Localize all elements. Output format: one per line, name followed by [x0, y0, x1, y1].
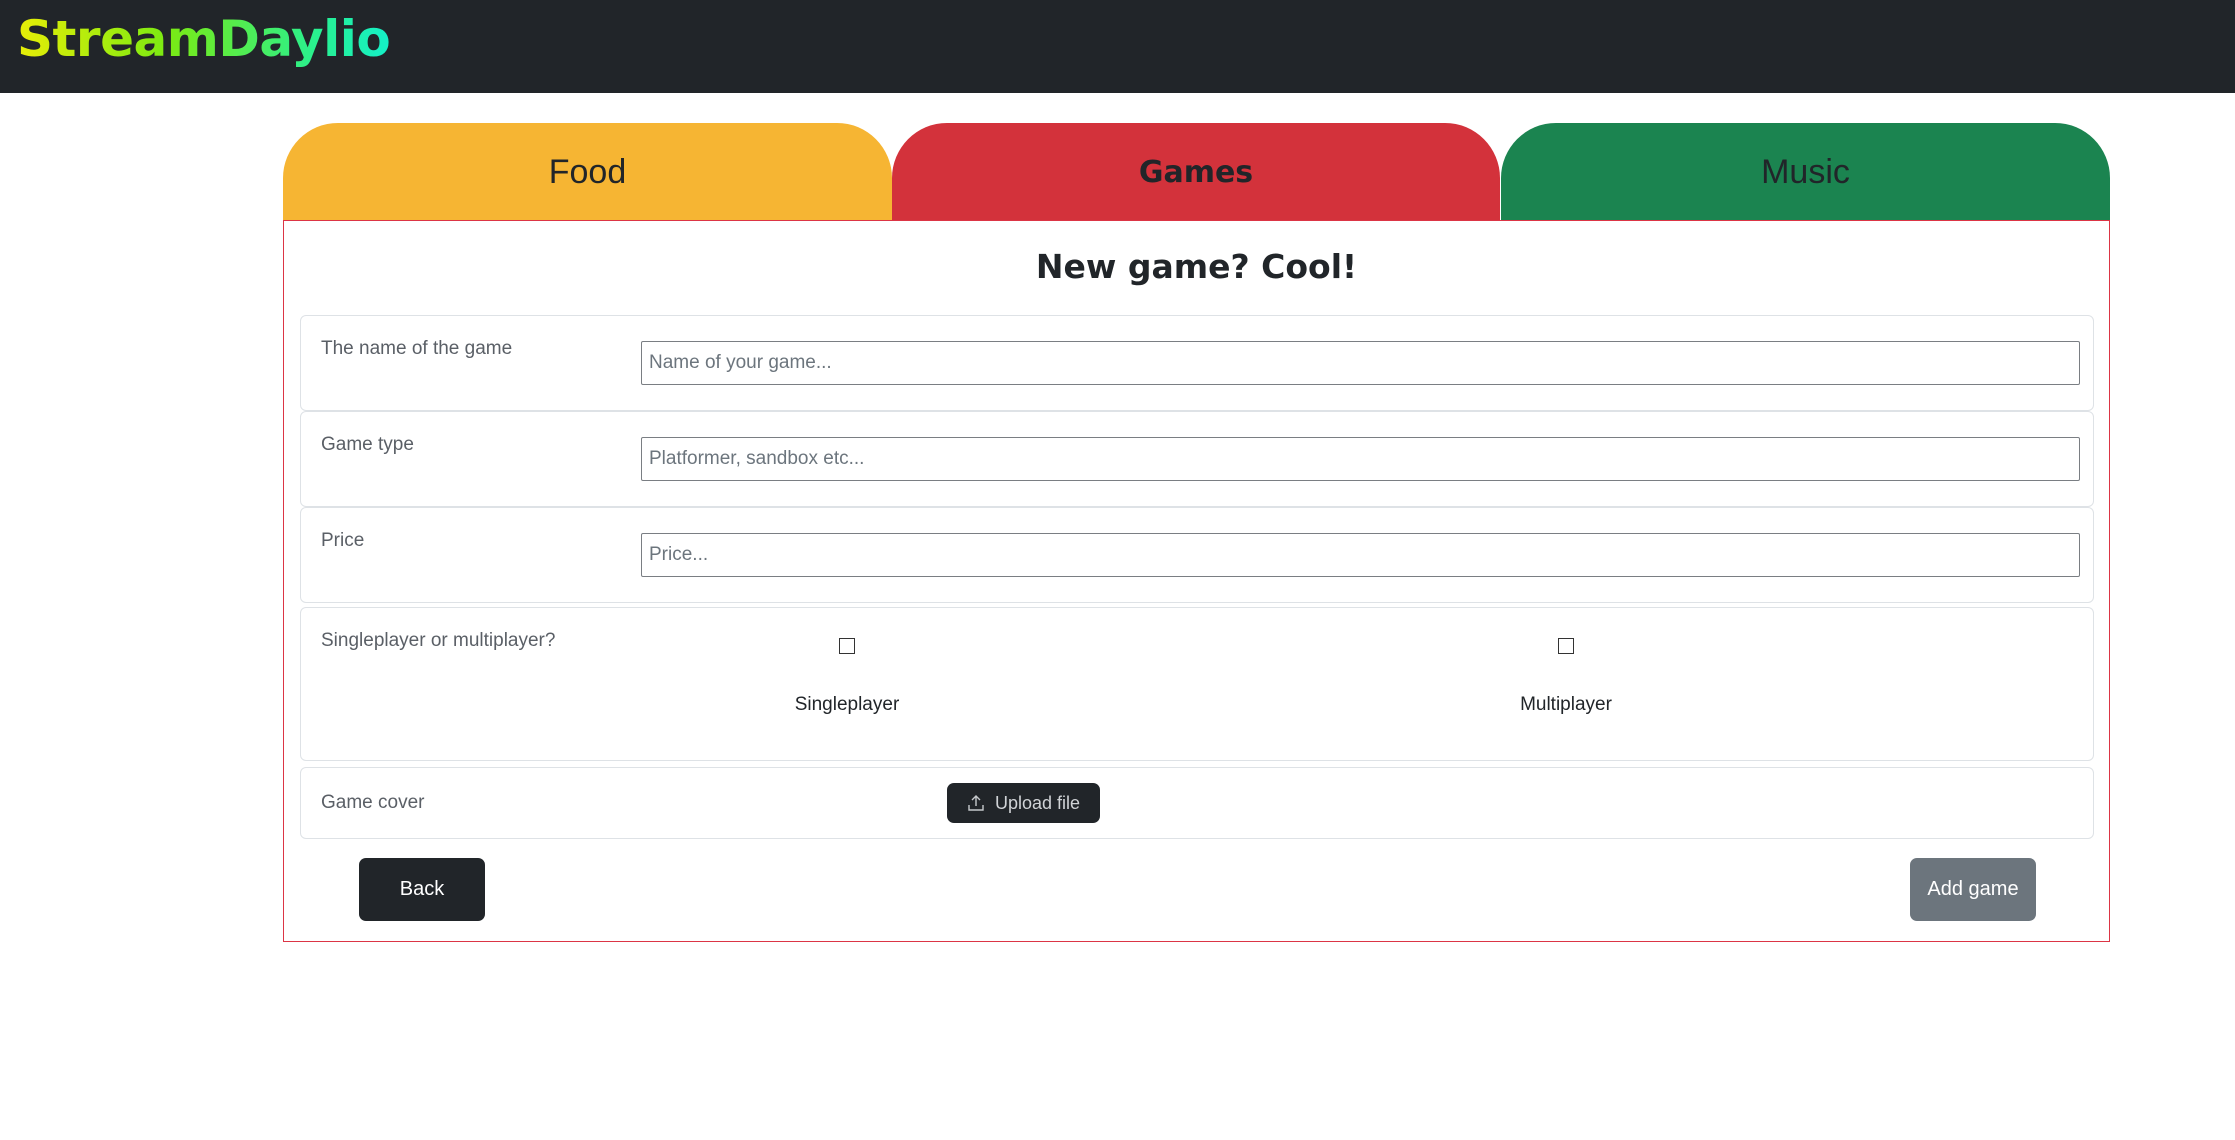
tab-food[interactable]: Food: [283, 123, 892, 221]
singleplayer-label: Singleplayer: [794, 694, 900, 715]
tab-food-label: Food: [548, 152, 627, 191]
price-input[interactable]: [641, 533, 2080, 577]
tab-games[interactable]: Games: [892, 123, 1500, 221]
game-type-input[interactable]: [641, 437, 2080, 481]
game-name-row: The name of the game: [300, 315, 2094, 411]
upload-file-button[interactable]: Upload file: [947, 783, 1100, 823]
back-button[interactable]: Back: [359, 858, 485, 921]
price-row: Price: [300, 507, 2094, 603]
new-game-form: New game? Cool! The name of the game Gam…: [283, 220, 2110, 942]
game-cover-row: Game cover Upload file: [300, 767, 2094, 839]
multiplayer-label: Multiplayer: [1520, 694, 1612, 715]
top-navbar: StreamDaylio: [0, 0, 2235, 93]
tab-games-label: Games: [1138, 154, 1254, 190]
upload-file-label: Upload file: [994, 792, 1081, 813]
form-title: New game? Cool!: [1035, 247, 1358, 286]
singleplayer-option: Singleplayer: [697, 608, 997, 758]
game-cover-label: Game cover: [321, 792, 425, 813]
game-type-row: Game type: [300, 411, 2094, 507]
game-name-label: The name of the game: [321, 338, 513, 359]
price-label: Price: [321, 530, 365, 551]
tab-music[interactable]: Music: [1501, 123, 2110, 221]
multiplayer-checkbox[interactable]: [1558, 638, 1574, 654]
add-game-button[interactable]: Add game: [1910, 858, 2036, 921]
player-mode-label: Singleplayer or multiplayer?: [321, 630, 556, 651]
brand-logo[interactable]: StreamDaylio: [17, 8, 391, 70]
upload-icon: [967, 794, 985, 812]
multiplayer-option: Multiplayer: [1416, 608, 1716, 758]
tab-music-label: Music: [1761, 152, 1850, 191]
singleplayer-checkbox[interactable]: [839, 638, 855, 654]
game-name-input[interactable]: [641, 341, 2080, 385]
player-mode-row: Singleplayer or multiplayer? Singleplaye…: [300, 607, 2094, 761]
game-type-label: Game type: [321, 434, 414, 455]
